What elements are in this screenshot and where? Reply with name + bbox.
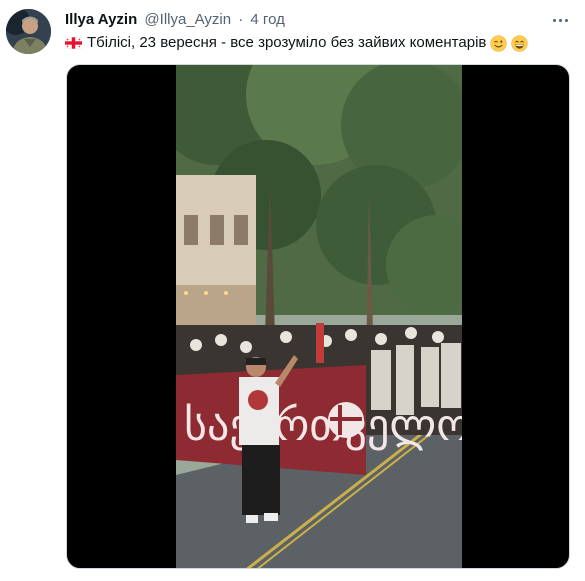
winking-face-icon — [490, 34, 508, 52]
tweet-header: Illya Ayzin @Illya_Ayzin · 4 год — [65, 10, 545, 30]
tweet-text-body: Тбілісі, 23 вересня - все зрозуміло без … — [87, 34, 487, 51]
more-options-button[interactable] — [549, 9, 571, 31]
video-frame: საქართველო — [176, 65, 462, 568]
author-display-name[interactable]: Illya Ayzin — [65, 11, 137, 28]
banner-text: საქართველო — [184, 400, 462, 451]
more-options-icon — [551, 18, 569, 22]
tweet-timestamp[interactable]: 4 год — [250, 11, 284, 28]
georgia-flag-icon — [65, 37, 82, 49]
author-handle[interactable]: @Illya_Ayzin — [144, 11, 231, 28]
avatar-image — [6, 9, 51, 54]
tweet-card: Illya Ayzin @Illya_Ayzin · 4 год Тбілісі… — [0, 0, 585, 581]
avatar[interactable] — [6, 9, 51, 54]
grinning-face-icon — [511, 34, 529, 52]
tweet-media-video[interactable]: საქართველო — [66, 64, 570, 569]
tweet-text: Тбілісі, 23 вересня - все зрозуміло без … — [65, 33, 567, 53]
header-separator: · — [238, 11, 244, 28]
